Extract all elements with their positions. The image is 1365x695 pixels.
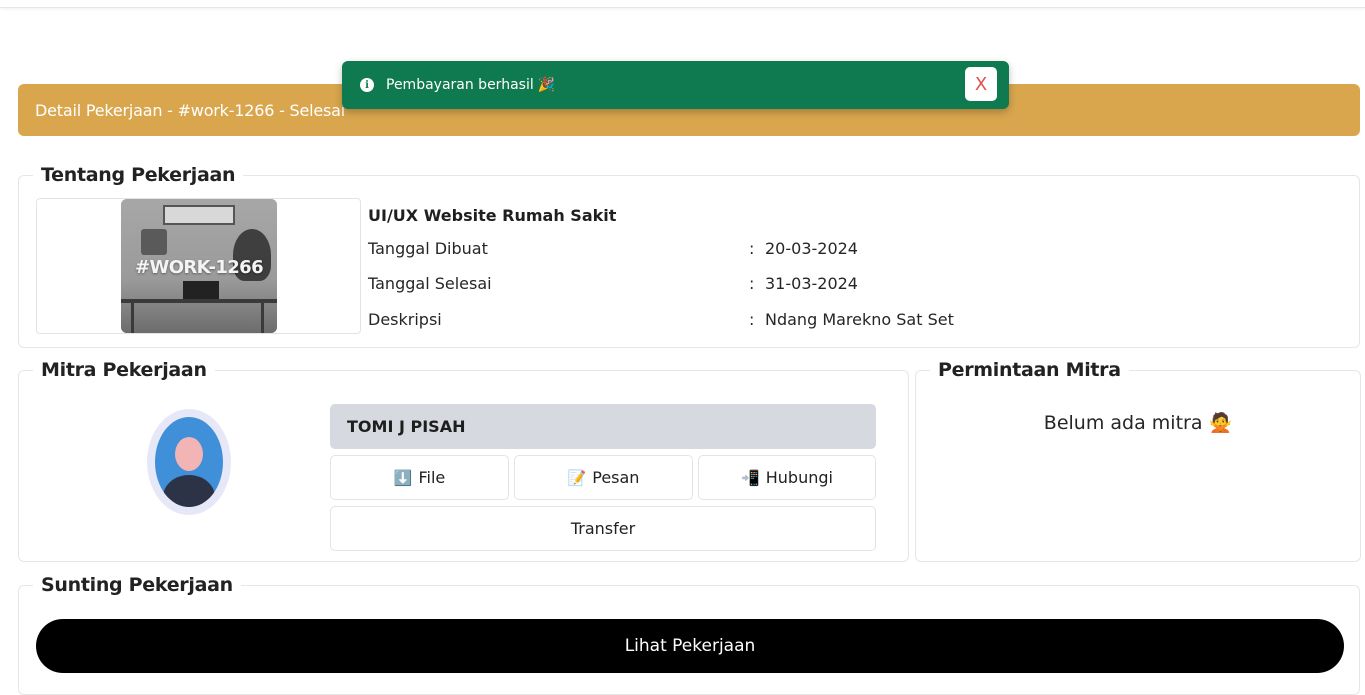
success-toast: i Pembayaran berhasil 🎉 X [342,61,1009,109]
job-partner-section: Mitra Pekerjaan TOMI J PISAH ⬇️ File 📝 P… [18,359,909,562]
job-thumbnail: #WORK-1266 [121,199,277,333]
thumbnail-container: #WORK-1266 [36,198,361,334]
user-icon [155,417,223,507]
page-title: Detail Pekerjaan - #work-1266 - Selesai [35,100,346,120]
detail-key: Tanggal Selesai [368,274,492,293]
detail-value: 31-03-2024 [765,274,858,293]
party-icon: 🎉 [537,77,556,93]
top-bar [0,0,1365,8]
file-button[interactable]: ⬇️ File [330,455,509,500]
empty-state: Belum ada mitra 🙅 [1043,412,1233,434]
message-button[interactable]: 📝 Pesan [514,455,693,500]
section-title: Mitra Pekerjaan [33,359,215,381]
edit-job-section: Sunting Pekerjaan Lihat Pekerjaan [18,574,1360,695]
detail-value: 20-03-2024 [765,239,858,258]
about-job-section: Tentang Pekerjaan #WORK-1266 UI/UX Websi… [18,164,1360,348]
person-icon: 🙅 [1208,412,1233,434]
toast-message: Pembayaran berhasil [386,77,534,93]
section-title: Sunting Pekerjaan [33,574,241,596]
avatar [147,409,231,515]
partner-name: TOMI J PISAH [330,404,876,449]
section-title: Tentang Pekerjaan [33,164,244,186]
thumbnail-label: #WORK-1266 [134,257,264,278]
toast-close-button[interactable]: X [965,67,997,101]
phone-icon: 📲 [741,468,760,487]
info-icon: i [360,78,374,92]
detail-value: Ndang Marekno Sat Set [765,310,954,329]
detail-key: Tanggal Dibuat [368,239,488,258]
job-title: UI/UX Website Rumah Sakit [368,206,617,225]
transfer-button[interactable]: Transfer [330,506,876,551]
section-title: Permintaan Mitra [930,359,1129,381]
detail-key: Deskripsi [368,310,442,329]
memo-icon: 📝 [567,468,587,487]
view-job-button[interactable]: Lihat Pekerjaan [36,619,1344,673]
partner-requests-section: Permintaan Mitra Belum ada mitra 🙅 [915,359,1361,562]
contact-button[interactable]: 📲 Hubungi [698,455,876,500]
download-icon: ⬇️ [393,468,413,487]
